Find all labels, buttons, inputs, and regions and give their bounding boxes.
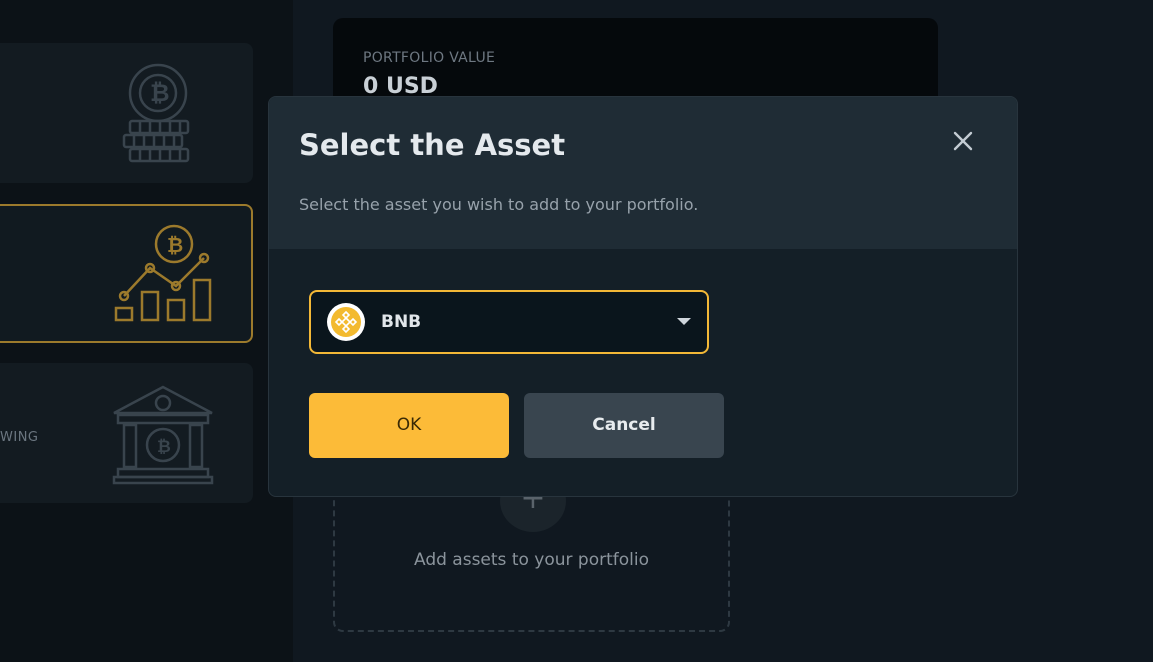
portfolio-value-label: PORTFOLIO VALUE	[363, 50, 496, 66]
modal-header: Select the Asset Select the asset you wi…	[269, 97, 1017, 249]
option-card-bank[interactable]: WING ₿	[0, 363, 253, 503]
asset-select[interactable]: BNB	[309, 290, 709, 354]
svg-text:₿: ₿	[150, 79, 170, 107]
option-card-chart[interactable]: ₿	[0, 204, 253, 343]
chevron-down-icon	[677, 318, 691, 325]
svg-text:₿: ₿	[167, 233, 183, 257]
close-button[interactable]	[949, 127, 977, 155]
bnb-coin-icon	[327, 303, 365, 341]
ok-button[interactable]: OK	[309, 393, 509, 458]
bitcoin-bank-icon: ₿	[112, 385, 214, 485]
option-card-label: WING	[0, 430, 39, 445]
close-icon	[953, 131, 973, 151]
left-panel: ₿ ₿ WING ₿	[0, 0, 293, 662]
option-card-coins[interactable]: ₿	[0, 43, 253, 183]
select-asset-modal: Select the Asset Select the asset you wi…	[268, 96, 1018, 497]
cancel-button[interactable]: Cancel	[524, 393, 724, 458]
svg-text:₿: ₿	[157, 437, 171, 457]
add-assets-text: Add assets to your portfolio	[413, 550, 649, 570]
modal-subtitle: Select the asset you wish to add to your…	[299, 195, 699, 214]
asset-select-value: BNB	[381, 312, 422, 332]
bitcoin-coins-stack-icon: ₿	[122, 63, 190, 163]
bitcoin-chart-icon: ₿	[114, 224, 212, 322]
modal-title: Select the Asset	[299, 128, 566, 162]
